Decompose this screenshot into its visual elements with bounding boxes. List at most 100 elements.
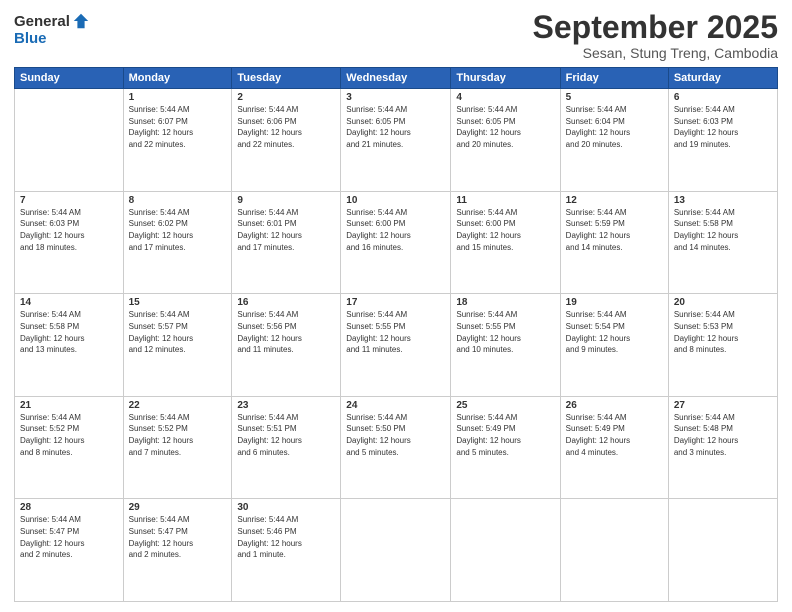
calendar-cell: 14Sunrise: 5:44 AM Sunset: 5:58 PM Dayli…: [15, 294, 124, 397]
cell-info: Sunrise: 5:44 AM Sunset: 5:55 PM Dayligh…: [456, 309, 554, 355]
day-number: 12: [566, 195, 663, 206]
calendar-cell: 7Sunrise: 5:44 AM Sunset: 6:03 PM Daylig…: [15, 191, 124, 294]
calendar-cell: 10Sunrise: 5:44 AM Sunset: 6:00 PM Dayli…: [341, 191, 451, 294]
logo: General Blue: [14, 14, 90, 47]
day-number: 27: [674, 400, 772, 411]
calendar-cell: 30Sunrise: 5:44 AM Sunset: 5:46 PM Dayli…: [232, 499, 341, 602]
cell-info: Sunrise: 5:44 AM Sunset: 6:07 PM Dayligh…: [129, 104, 227, 150]
cell-info: Sunrise: 5:44 AM Sunset: 6:00 PM Dayligh…: [456, 207, 554, 253]
cell-info: Sunrise: 5:44 AM Sunset: 6:00 PM Dayligh…: [346, 207, 445, 253]
day-number: 15: [129, 297, 227, 308]
month-title: September 2025: [533, 10, 778, 45]
day-number: 13: [674, 195, 772, 206]
day-number: 5: [566, 92, 663, 103]
cell-info: Sunrise: 5:44 AM Sunset: 6:04 PM Dayligh…: [566, 104, 663, 150]
calendar-cell: [560, 499, 668, 602]
day-number: 2: [237, 92, 335, 103]
calendar-cell: 17Sunrise: 5:44 AM Sunset: 5:55 PM Dayli…: [341, 294, 451, 397]
cell-info: Sunrise: 5:44 AM Sunset: 5:47 PM Dayligh…: [20, 514, 118, 560]
calendar-cell: 4Sunrise: 5:44 AM Sunset: 6:05 PM Daylig…: [451, 89, 560, 192]
calendar-cell: 19Sunrise: 5:44 AM Sunset: 5:54 PM Dayli…: [560, 294, 668, 397]
day-number: 8: [129, 195, 227, 206]
cell-info: Sunrise: 5:44 AM Sunset: 5:48 PM Dayligh…: [674, 412, 772, 458]
calendar-cell: 21Sunrise: 5:44 AM Sunset: 5:52 PM Dayli…: [15, 396, 124, 499]
cell-info: Sunrise: 5:44 AM Sunset: 5:57 PM Dayligh…: [129, 309, 227, 355]
calendar-cell: 23Sunrise: 5:44 AM Sunset: 5:51 PM Dayli…: [232, 396, 341, 499]
cell-info: Sunrise: 5:44 AM Sunset: 6:01 PM Dayligh…: [237, 207, 335, 253]
week-row-1: 1Sunrise: 5:44 AM Sunset: 6:07 PM Daylig…: [15, 89, 778, 192]
day-header-friday: Friday: [560, 68, 668, 89]
day-number: 14: [20, 297, 118, 308]
day-number: 20: [674, 297, 772, 308]
week-row-5: 28Sunrise: 5:44 AM Sunset: 5:47 PM Dayli…: [15, 499, 778, 602]
calendar-cell: 9Sunrise: 5:44 AM Sunset: 6:01 PM Daylig…: [232, 191, 341, 294]
cell-info: Sunrise: 5:44 AM Sunset: 5:51 PM Dayligh…: [237, 412, 335, 458]
cell-info: Sunrise: 5:44 AM Sunset: 5:52 PM Dayligh…: [20, 412, 118, 458]
day-number: 4: [456, 92, 554, 103]
day-number: 24: [346, 400, 445, 411]
calendar-cell: 27Sunrise: 5:44 AM Sunset: 5:48 PM Dayli…: [668, 396, 777, 499]
day-number: 25: [456, 400, 554, 411]
cell-info: Sunrise: 5:44 AM Sunset: 6:05 PM Dayligh…: [456, 104, 554, 150]
page: General Blue September 2025 Sesan, Stung…: [0, 0, 792, 612]
cell-info: Sunrise: 5:44 AM Sunset: 5:59 PM Dayligh…: [566, 207, 663, 253]
title-block: September 2025 Sesan, Stung Treng, Cambo…: [533, 10, 778, 61]
day-number: 16: [237, 297, 335, 308]
cell-info: Sunrise: 5:44 AM Sunset: 6:03 PM Dayligh…: [20, 207, 118, 253]
calendar-cell: [451, 499, 560, 602]
week-row-2: 7Sunrise: 5:44 AM Sunset: 6:03 PM Daylig…: [15, 191, 778, 294]
calendar-cell: 18Sunrise: 5:44 AM Sunset: 5:55 PM Dayli…: [451, 294, 560, 397]
cell-info: Sunrise: 5:44 AM Sunset: 5:58 PM Dayligh…: [20, 309, 118, 355]
day-number: 23: [237, 400, 335, 411]
cell-info: Sunrise: 5:44 AM Sunset: 6:03 PM Dayligh…: [674, 104, 772, 150]
subtitle: Sesan, Stung Treng, Cambodia: [533, 45, 778, 61]
day-header-sunday: Sunday: [15, 68, 124, 89]
cell-info: Sunrise: 5:44 AM Sunset: 5:58 PM Dayligh…: [674, 207, 772, 253]
day-number: 1: [129, 92, 227, 103]
calendar-cell: [15, 89, 124, 192]
cell-info: Sunrise: 5:44 AM Sunset: 6:05 PM Dayligh…: [346, 104, 445, 150]
logo-general: General: [14, 14, 70, 31]
cell-info: Sunrise: 5:44 AM Sunset: 5:49 PM Dayligh…: [456, 412, 554, 458]
header: General Blue September 2025 Sesan, Stung…: [14, 10, 778, 61]
logo-blue: Blue: [14, 31, 90, 48]
day-number: 22: [129, 400, 227, 411]
calendar-cell: 25Sunrise: 5:44 AM Sunset: 5:49 PM Dayli…: [451, 396, 560, 499]
cell-info: Sunrise: 5:44 AM Sunset: 5:53 PM Dayligh…: [674, 309, 772, 355]
day-header-monday: Monday: [123, 68, 232, 89]
calendar-cell: 1Sunrise: 5:44 AM Sunset: 6:07 PM Daylig…: [123, 89, 232, 192]
week-row-4: 21Sunrise: 5:44 AM Sunset: 5:52 PM Dayli…: [15, 396, 778, 499]
day-number: 28: [20, 502, 118, 513]
day-number: 11: [456, 195, 554, 206]
day-number: 6: [674, 92, 772, 103]
calendar-cell: 28Sunrise: 5:44 AM Sunset: 5:47 PM Dayli…: [15, 499, 124, 602]
day-number: 26: [566, 400, 663, 411]
calendar-cell: 12Sunrise: 5:44 AM Sunset: 5:59 PM Dayli…: [560, 191, 668, 294]
calendar-cell: 11Sunrise: 5:44 AM Sunset: 6:00 PM Dayli…: [451, 191, 560, 294]
day-number: 3: [346, 92, 445, 103]
cell-info: Sunrise: 5:44 AM Sunset: 5:55 PM Dayligh…: [346, 309, 445, 355]
day-number: 9: [237, 195, 335, 206]
calendar-cell: 20Sunrise: 5:44 AM Sunset: 5:53 PM Dayli…: [668, 294, 777, 397]
calendar-cell: 13Sunrise: 5:44 AM Sunset: 5:58 PM Dayli…: [668, 191, 777, 294]
calendar-cell: 15Sunrise: 5:44 AM Sunset: 5:57 PM Dayli…: [123, 294, 232, 397]
calendar-cell: 16Sunrise: 5:44 AM Sunset: 5:56 PM Dayli…: [232, 294, 341, 397]
calendar-cell: 24Sunrise: 5:44 AM Sunset: 5:50 PM Dayli…: [341, 396, 451, 499]
calendar-cell: 5Sunrise: 5:44 AM Sunset: 6:04 PM Daylig…: [560, 89, 668, 192]
days-header-row: SundayMondayTuesdayWednesdayThursdayFrid…: [15, 68, 778, 89]
cell-info: Sunrise: 5:44 AM Sunset: 5:50 PM Dayligh…: [346, 412, 445, 458]
day-header-wednesday: Wednesday: [341, 68, 451, 89]
cell-info: Sunrise: 5:44 AM Sunset: 5:56 PM Dayligh…: [237, 309, 335, 355]
calendar-cell: [341, 499, 451, 602]
day-number: 7: [20, 195, 118, 206]
cell-info: Sunrise: 5:44 AM Sunset: 5:54 PM Dayligh…: [566, 309, 663, 355]
calendar-cell: 22Sunrise: 5:44 AM Sunset: 5:52 PM Dayli…: [123, 396, 232, 499]
day-number: 21: [20, 400, 118, 411]
day-number: 18: [456, 297, 554, 308]
day-number: 19: [566, 297, 663, 308]
logo-icon: [72, 12, 90, 30]
day-number: 29: [129, 502, 227, 513]
cell-info: Sunrise: 5:44 AM Sunset: 6:02 PM Dayligh…: [129, 207, 227, 253]
calendar-cell: 3Sunrise: 5:44 AM Sunset: 6:05 PM Daylig…: [341, 89, 451, 192]
cell-info: Sunrise: 5:44 AM Sunset: 5:47 PM Dayligh…: [129, 514, 227, 560]
